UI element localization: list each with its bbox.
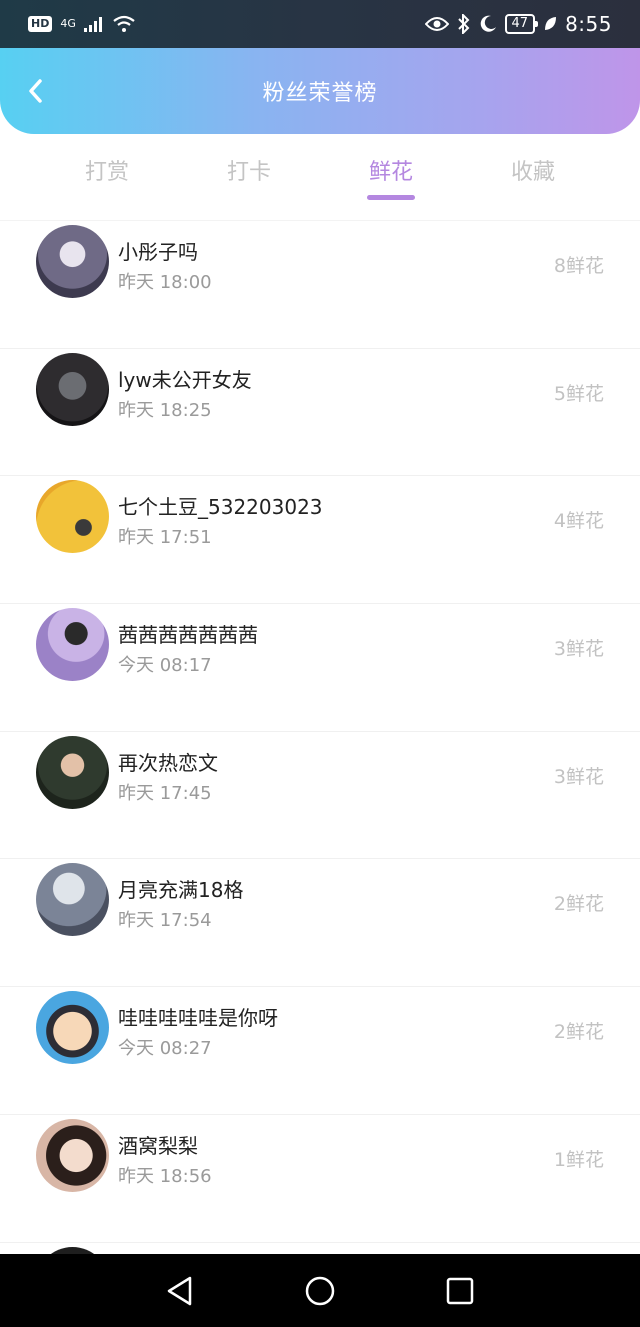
fan-name: 再次热恋文 [118, 750, 218, 775]
flower-count: 8鲜花 [553, 255, 604, 277]
list-item[interactable]: 月亮充满18格 昨天 17:54 2鲜花 [0, 858, 640, 986]
eye-icon [424, 17, 449, 31]
app-header: 粉丝荣誉榜 [0, 48, 640, 134]
fan-time: 今天 08:17 [118, 655, 212, 677]
circle-home-icon [305, 1276, 335, 1305]
triangle-back-icon [167, 1276, 192, 1305]
flower-count: 2鲜花 [553, 1021, 604, 1044]
avatar[interactable] [36, 1246, 109, 1254]
system-nav-bar [0, 1254, 640, 1327]
flower-count: 4鲜花 [553, 510, 604, 533]
list-item[interactable]: 小彤子吗 昨天 18:00 8鲜花 [0, 220, 640, 348]
back-button[interactable] [18, 74, 52, 108]
list-item[interactable]: 七个土豆_532203023 昨天 17:51 4鲜花 [0, 475, 640, 603]
battery-indicator: 47 [504, 14, 538, 34]
nav-back-button[interactable] [160, 1271, 200, 1311]
list-item[interactable]: lyw未公开女友 昨天 18:25 5鲜花 [0, 347, 640, 476]
fan-name: 小彤子吗 [118, 240, 198, 264]
fan-name: 七个土豆_532203023 [118, 495, 323, 520]
fan-time: 昨天 17:51 [118, 527, 212, 549]
avatar[interactable] [36, 480, 109, 554]
fan-time: 昨天 17:54 [118, 910, 212, 932]
bluetooth-icon [457, 14, 469, 34]
fan-name: 酒窝梨梨 [118, 1133, 198, 1158]
signal-icon [83, 17, 102, 32]
clock: 8:55 [565, 12, 612, 36]
page-title: 粉丝荣誉榜 [262, 81, 378, 106]
tab-xianhua[interactable]: 鲜花 [320, 140, 462, 204]
chevron-left-icon [29, 79, 42, 103]
flower-count: 1鲜花 [553, 1148, 604, 1171]
fan-time: 昨天 18:00 [118, 272, 212, 293]
fan-name: lyw未公开女友 [118, 367, 252, 392]
status-bar: HD 4G 47 8:55 [0, 0, 640, 48]
tab-shoucang[interactable]: 收藏 [462, 140, 604, 204]
tab-daka[interactable]: 打卡 [178, 140, 320, 204]
nav-recents-button[interactable] [440, 1271, 480, 1311]
fan-time: 昨天 17:45 [118, 782, 212, 804]
square-recents-icon [446, 1277, 474, 1304]
wifi-icon [113, 15, 135, 32]
fan-time: 昨天 18:25 [118, 399, 212, 421]
tab-dashang[interactable]: 打赏 [36, 140, 178, 204]
list-item[interactable]: 酒窝梨梨 昨天 18:56 1鲜花 [0, 1113, 640, 1242]
flower-count: 2鲜花 [553, 893, 604, 916]
avatar[interactable] [36, 225, 109, 298]
fan-time: 昨天 18:56 [118, 1165, 212, 1187]
moon-icon [480, 15, 496, 32]
avatar[interactable] [36, 608, 109, 682]
avatar[interactable] [36, 735, 109, 809]
fan-time: 今天 08:27 [118, 1038, 212, 1060]
hd-badge: HD [28, 16, 53, 32]
flower-count: 3鲜花 [553, 638, 604, 661]
leaf-icon [545, 17, 557, 30]
avatar[interactable] [36, 1118, 109, 1192]
fan-list: 小彤子吗 昨天 18:00 8鲜花 lyw未公开女友 昨天 18:25 5鲜花 … [0, 220, 640, 1254]
flower-count: 3鲜花 [553, 765, 604, 788]
list-item[interactable]: 茜茜茜茜茜茜茜 今天 08:17 3鲜花 [0, 603, 640, 731]
list-item[interactable]: 再次热恋文 昨天 17:45 3鲜花 [0, 730, 640, 859]
avatar[interactable] [36, 352, 109, 426]
fan-name: 哇哇哇哇哇是你呀 [118, 1006, 278, 1031]
avatar[interactable] [36, 991, 109, 1065]
nav-home-button[interactable] [300, 1271, 340, 1311]
list-item-partial[interactable] [0, 1241, 640, 1254]
fan-name: 茜茜茜茜茜茜茜 [118, 623, 258, 648]
fan-name: 月亮充满18格 [118, 878, 244, 903]
avatar[interactable] [36, 863, 109, 937]
list-item[interactable]: 哇哇哇哇哇是你呀 今天 08:27 2鲜花 [0, 986, 640, 1114]
network-label: 4G [60, 17, 76, 30]
flower-count: 5鲜花 [553, 382, 604, 405]
tab-bar: 打赏 打卡 鲜花 收藏 [36, 140, 604, 204]
